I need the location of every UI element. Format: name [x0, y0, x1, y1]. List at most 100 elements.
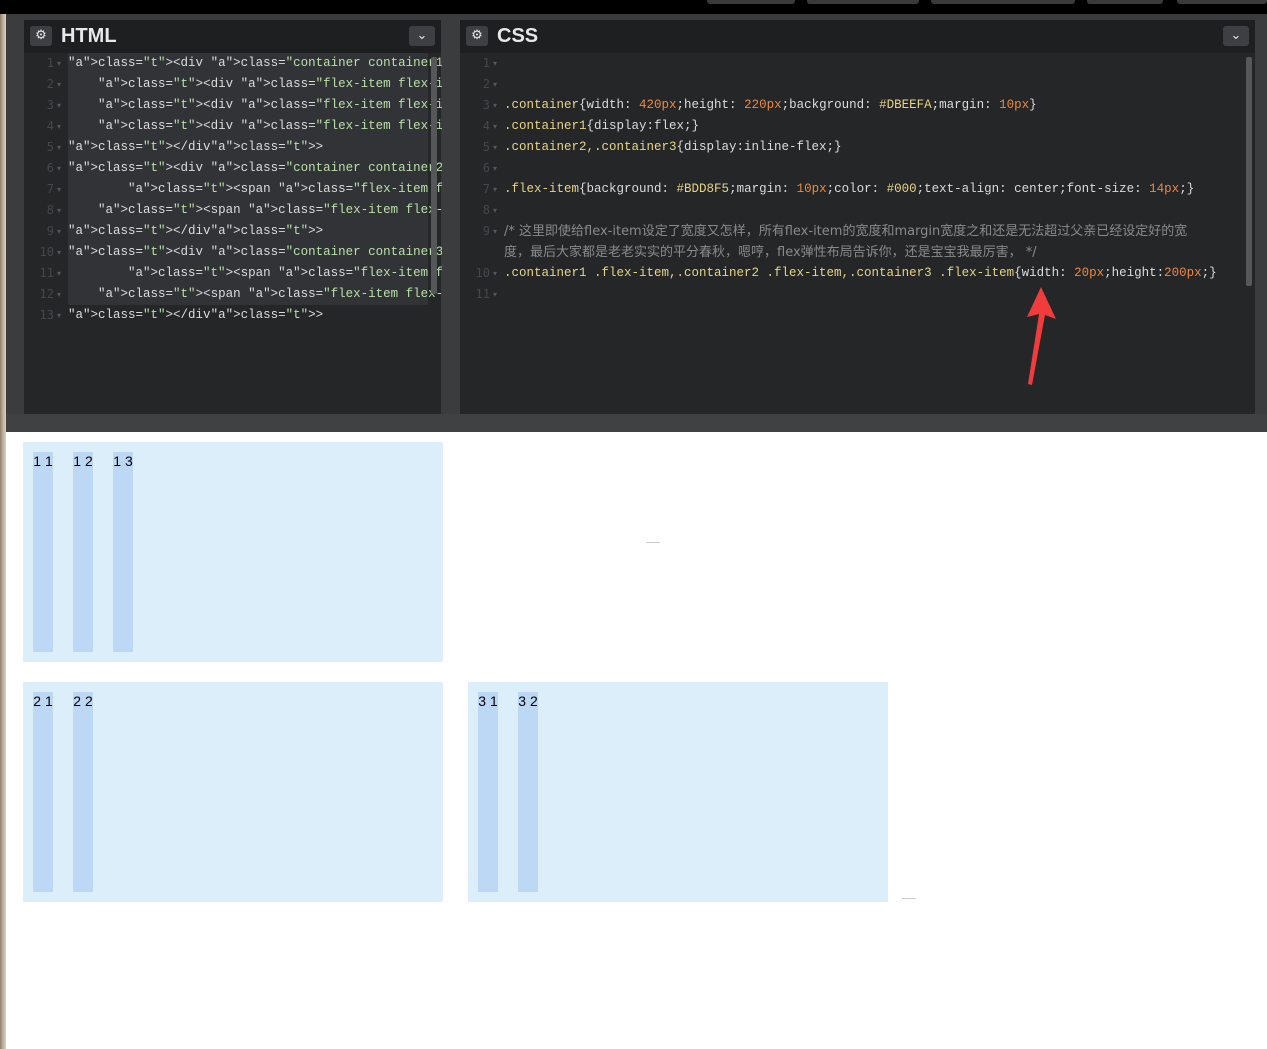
code-line[interactable]: "a">class="t"><div "a">class="container …	[68, 158, 563, 179]
line-number: 11	[39, 266, 54, 280]
container1: 1 1 1 2 1 3	[23, 442, 443, 662]
line-number: 9	[46, 224, 54, 238]
line-number: 3	[46, 98, 54, 112]
fold-marker-icon[interactable]: ▾	[493, 263, 497, 284]
fold-marker-icon[interactable]: ▾	[493, 95, 497, 116]
fold-marker-icon[interactable]: ▾	[57, 200, 61, 221]
fold-marker-icon[interactable]: ▾	[57, 284, 61, 305]
line-number: 5	[46, 140, 54, 154]
fold-marker-icon[interactable]: ▾	[493, 221, 497, 242]
line-number: 5	[482, 140, 490, 154]
fold-marker-icon[interactable]: ▾	[57, 242, 61, 263]
code-line[interactable]: "a">class="t"><span "a">class="flex-item…	[68, 179, 916, 200]
css-panel-title: CSS	[497, 25, 539, 47]
code-line[interactable]: .container1{display:flex;}	[504, 116, 1244, 137]
fold-marker-icon[interactable]: ▾	[57, 95, 61, 116]
fold-marker-icon[interactable]: ▾	[493, 53, 497, 74]
code-line[interactable]: /* 这里即使给flex-item设定了宽度又怎样，所有flex-item的宽度…	[504, 221, 1244, 243]
fold-marker-icon[interactable]: ▾	[57, 179, 61, 200]
flex-item: 1 2	[73, 452, 93, 652]
fold-marker-icon[interactable]: ▾	[493, 179, 497, 200]
code-line[interactable]: "a">class="t"></div"a">class="t">>	[68, 221, 428, 242]
rendering-artifact	[646, 542, 660, 543]
code-line[interactable]: "a">class="t"><div "a">class="flex-item …	[68, 116, 871, 137]
gear-icon[interactable]: ⚙	[466, 26, 488, 46]
fold-marker-icon[interactable]: ▾	[57, 221, 61, 242]
line-number: 12	[39, 287, 54, 301]
line-number: 11	[475, 287, 490, 301]
top-toolbar	[0, 0, 1267, 14]
fold-marker-icon[interactable]: ▾	[493, 74, 497, 95]
toolbar-button[interactable]	[807, 0, 919, 4]
fold-marker-icon[interactable]: ▾	[57, 158, 61, 179]
css-scrollbar[interactable]	[1246, 57, 1252, 286]
chevron-down-icon[interactable]: ⌄	[409, 26, 435, 46]
css-code-editor[interactable]: 1 ▾ 2 ▾ 3 ▾ 4 ▾ 5 ▾ 6 ▾ 7 ▾ 8 ▾ 9 ▾ 10 ▾ 11 ▾ .container{width…	[460, 53, 1255, 414]
flex-item: 2 2	[73, 692, 93, 892]
line-number: 4	[482, 119, 490, 133]
code-line[interactable]: .container{width: 420px;height: 220px;ba…	[504, 95, 1244, 116]
fold-marker-icon[interactable]: ▾	[57, 305, 61, 326]
code-line[interactable]: .container1 .flex-item,.container2 .flex…	[504, 263, 1244, 284]
fold-marker-icon[interactable]: ▾	[57, 263, 61, 284]
container3: 3 1 3 2	[468, 682, 888, 902]
line-number: 8	[482, 203, 490, 217]
editor-area: ⚙ HTML ⌄ 1 ▾ 2 ▾ 3 ▾ 4 ▾ 5 ▾ 6 ▾ 7 ▾ 8 ▾ 9 ▾ 10 ▾ 11 ▾ 12 ▾ 13 ▾ "…	[6, 14, 1267, 432]
code-line[interactable]: "a">class="t"><span "a">class="flex-item…	[68, 284, 886, 305]
html-panel: ⚙ HTML ⌄ 1 ▾ 2 ▾ 3 ▾ 4 ▾ 5 ▾ 6 ▾ 7 ▾ 8 ▾ 9 ▾ 10 ▾ 11 ▾ 12 ▾ 13 ▾ "…	[24, 20, 916, 414]
line-number: 10	[475, 266, 490, 280]
line-number: 7	[46, 182, 54, 196]
code-line[interactable]: "a">class="t"></div"a">class="t">>	[68, 305, 428, 326]
fold-marker-icon[interactable]: ▾	[57, 116, 61, 137]
flex-item: 2 1	[33, 692, 53, 892]
line-number: 2	[482, 77, 490, 91]
editor-preview-divider[interactable]	[6, 414, 1267, 433]
code-line[interactable]: "a">class="t"><span "a">class="flex-item…	[68, 263, 916, 284]
fold-marker-icon[interactable]: ▾	[57, 137, 61, 158]
code-line[interactable]: "a">class="t"><div "a">class="flex-item …	[68, 95, 871, 116]
annotation-arrow-icon	[1027, 287, 1056, 385]
code-line[interactable]: "a">class="t"></div"a">class="t">>	[68, 137, 428, 158]
line-number: 8	[46, 203, 54, 217]
html-panel-header: ⚙ HTML ⌄	[24, 20, 441, 53]
code-line[interactable]: "a">class="t"><div "a">class="flex-item …	[68, 74, 871, 95]
line-number: 1	[46, 56, 54, 70]
fold-marker-icon[interactable]: ▾	[57, 53, 61, 74]
html-code-editor[interactable]: 1 ▾ 2 ▾ 3 ▾ 4 ▾ 5 ▾ 6 ▾ 7 ▾ 8 ▾ 9 ▾ 10 ▾ 11 ▾ 12 ▾ 13 ▾ "a">class=…	[24, 53, 916, 414]
code-line[interactable]: "a">class="t"><div "a">class="container …	[68, 53, 563, 74]
flex-item: 1 1	[33, 452, 53, 652]
line-number: 13	[39, 308, 54, 322]
toolbar-button[interactable]	[1087, 0, 1163, 4]
preview-pane: 1 1 1 2 1 3 2 1 2 2 3 1 3 2	[6, 432, 1267, 1049]
css-panel: ⚙ CSS ⌄ 1 ▾ 2 ▾ 3 ▾ 4 ▾ 5 ▾ 6 ▾ 7 ▾ 8 ▾ 9 ▾ 10 ▾ 11 ▾ .contain…	[460, 20, 1255, 414]
flex-item: 1 3	[113, 452, 133, 652]
html-panel-title: HTML	[61, 25, 117, 47]
fold-marker-icon[interactable]: ▾	[493, 284, 497, 305]
toolbar-button[interactable]	[707, 0, 795, 4]
panel-splitter[interactable]	[442, 20, 460, 414]
line-number: 3	[482, 98, 490, 112]
code-line[interactable]: "a">class="t"><span "a">class="flex-item…	[68, 200, 886, 221]
line-number: 9	[482, 224, 490, 238]
code-line[interactable]: 度，最后大家都是老老实实的平分春秋，嗯哼，flex弹性布局告诉你，还是宝宝我最厉…	[504, 242, 1244, 264]
toolbar-button[interactable]	[931, 0, 1075, 4]
fold-marker-icon[interactable]: ▾	[57, 74, 61, 95]
code-line[interactable]: .flex-item{background: #BDD8F5;margin: 1…	[504, 179, 1244, 200]
fold-marker-icon[interactable]: ▾	[493, 158, 497, 179]
line-number: 7	[482, 182, 490, 196]
line-number: 6	[482, 161, 490, 175]
fold-marker-icon[interactable]: ▾	[493, 116, 497, 137]
html-scrollbar[interactable]	[431, 57, 437, 294]
code-line[interactable]: "a">class="t"><div "a">class="container …	[68, 242, 563, 263]
fold-marker-icon[interactable]: ▾	[493, 200, 497, 221]
toolbar-button[interactable]	[1177, 0, 1267, 4]
code-line[interactable]: .container2,.container3{display:inline-f…	[504, 137, 1244, 158]
line-number: 1	[482, 56, 490, 70]
line-number: 2	[46, 77, 54, 91]
container2: 2 1 2 2	[23, 682, 443, 902]
rendering-artifact	[902, 898, 916, 899]
fold-marker-icon[interactable]: ▾	[493, 137, 497, 158]
flex-item: 3 1	[478, 692, 498, 892]
chevron-down-icon[interactable]: ⌄	[1223, 26, 1249, 46]
gear-icon[interactable]: ⚙	[30, 26, 52, 46]
